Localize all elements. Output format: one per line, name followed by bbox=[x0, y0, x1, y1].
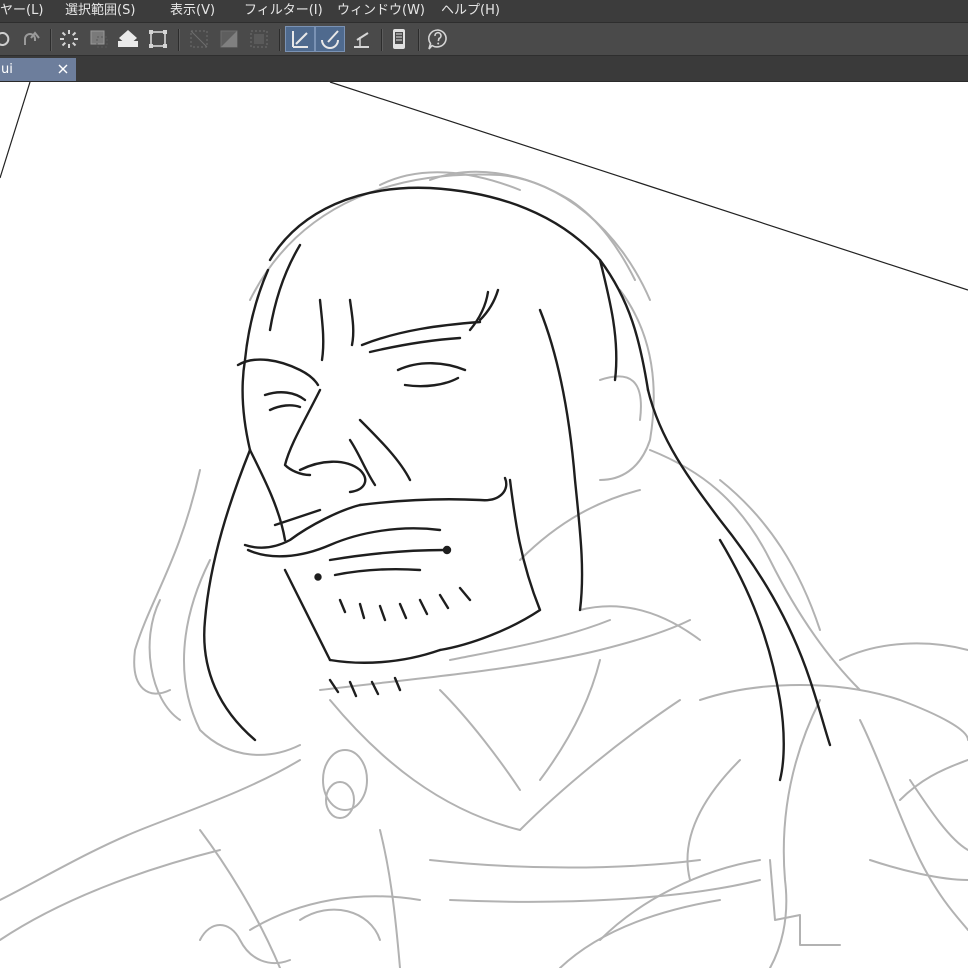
document-tab-label: ui bbox=[1, 62, 13, 77]
transform-icon bbox=[149, 30, 167, 48]
menu-layer[interactable]: ヤー(L) bbox=[0, 0, 43, 22]
hide-layer-icon bbox=[190, 30, 208, 48]
selection-border-button[interactable] bbox=[246, 26, 272, 52]
undo-icon bbox=[0, 32, 10, 46]
ruler-snap-icon bbox=[292, 31, 308, 48]
document-tab[interactable]: ui bbox=[0, 58, 76, 81]
device-icon bbox=[393, 29, 405, 49]
grid-snap-icon bbox=[354, 32, 369, 48]
menu-bar: ヤー(L) 選択範囲(S) 表示(V) フィルター(I) ウィンドウ(W) ヘル… bbox=[0, 0, 968, 22]
redo-icon bbox=[24, 31, 40, 45]
layer-mask-button[interactable] bbox=[216, 26, 242, 52]
selection-border-icon bbox=[250, 30, 268, 48]
undo-button[interactable] bbox=[0, 26, 16, 52]
menu-filter[interactable]: フィルター(I) bbox=[244, 0, 323, 22]
sketch-artwork bbox=[0, 82, 968, 968]
menu-view[interactable]: 表示(V) bbox=[170, 0, 215, 22]
close-icon[interactable] bbox=[56, 62, 70, 76]
drawing-canvas[interactable] bbox=[0, 82, 968, 968]
app-window: ヤー(L) 選択範囲(S) 表示(V) フィルター(I) ウィンドウ(W) ヘル… bbox=[0, 0, 968, 968]
fill-icon bbox=[118, 30, 138, 47]
toolbar-separator bbox=[279, 29, 281, 51]
toolbar-separator bbox=[381, 29, 383, 51]
help-button[interactable] bbox=[425, 26, 451, 52]
snap-to-grid-button[interactable] bbox=[348, 26, 374, 52]
device-button[interactable] bbox=[386, 26, 412, 52]
menu-window[interactable]: ウィンドウ(W) bbox=[337, 0, 425, 22]
clear-selection-icon bbox=[60, 30, 78, 48]
clear-selection-button[interactable] bbox=[56, 26, 82, 52]
menu-selection[interactable]: 選択範囲(S) bbox=[65, 0, 135, 22]
document-tab-strip: ui bbox=[0, 56, 968, 82]
transform-button[interactable] bbox=[145, 26, 171, 52]
layer-mask-icon bbox=[220, 30, 238, 48]
toolbar-separator bbox=[418, 29, 420, 51]
command-bar bbox=[0, 22, 968, 56]
select-all-button[interactable] bbox=[86, 26, 112, 52]
snap-to-special-ruler-button[interactable] bbox=[315, 26, 345, 52]
special-ruler-snap-icon bbox=[321, 30, 339, 49]
snap-to-ruler-button[interactable] bbox=[285, 26, 315, 52]
toolbar-separator bbox=[50, 29, 52, 51]
fill-button[interactable] bbox=[115, 26, 141, 52]
help-icon bbox=[428, 29, 447, 50]
select-all-icon bbox=[90, 30, 108, 48]
menu-help[interactable]: ヘルプ(H) bbox=[441, 0, 500, 22]
redo-button[interactable] bbox=[17, 26, 43, 52]
hide-layer-button[interactable] bbox=[186, 26, 212, 52]
toolbar-separator bbox=[178, 29, 180, 51]
